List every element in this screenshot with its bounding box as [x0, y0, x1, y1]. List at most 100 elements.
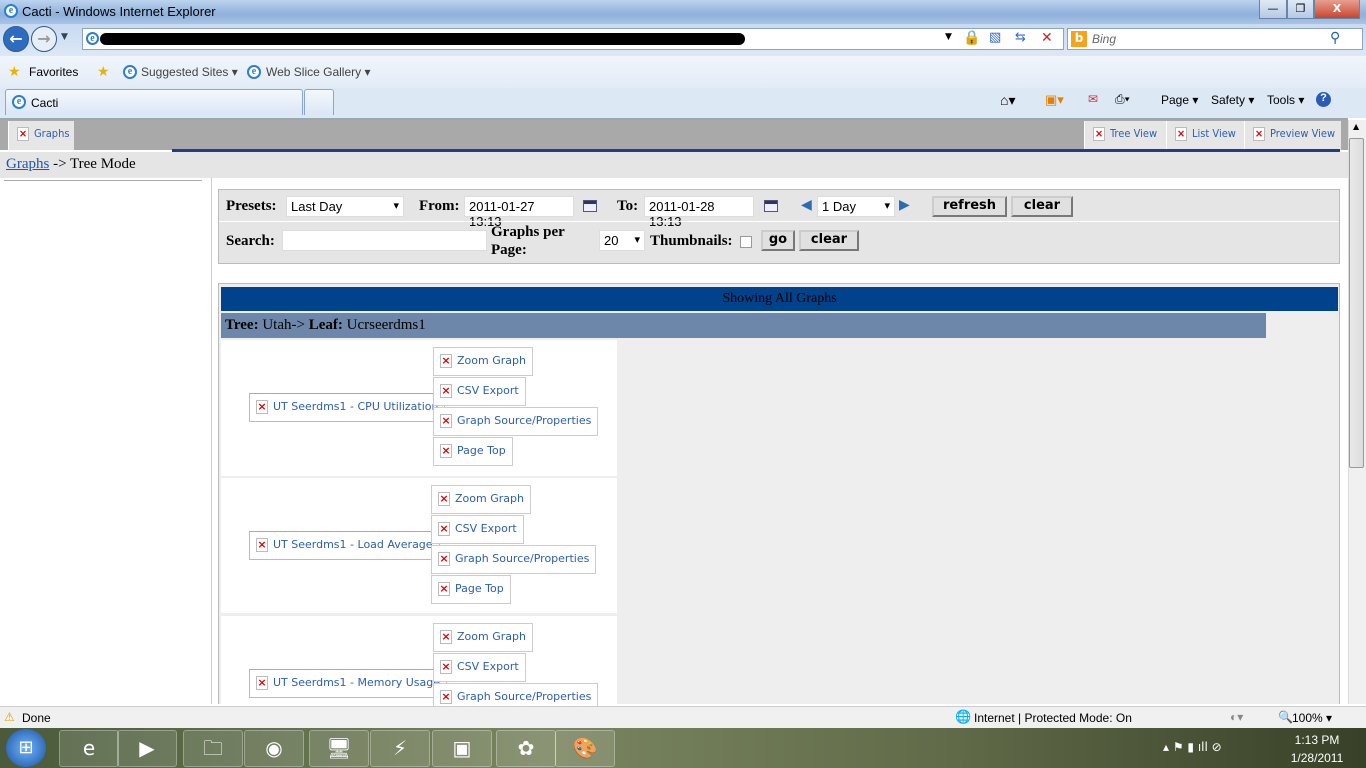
stop-icon[interactable]: ✕	[1041, 30, 1053, 46]
scroll-up-icon[interactable]: ▲	[1353, 122, 1359, 131]
search-icon[interactable]: ⚲	[1330, 30, 1340, 46]
clear-search-button[interactable]: clear	[799, 230, 859, 251]
new-tab-button[interactable]	[304, 89, 334, 115]
tab-list-view-label: List View	[1192, 127, 1236, 140]
clock-date: 1/28/2011	[1290, 751, 1344, 765]
zoom-icon[interactable]: 🔍	[1278, 710, 1293, 724]
graph-action-label: Page Top	[457, 444, 506, 457]
graph-action-link[interactable]: × Graph Source/Properties	[433, 407, 599, 436]
tools-menu-label: Tools	[1267, 93, 1296, 107]
graph-action-link[interactable]: × Page Top	[431, 575, 511, 604]
search-label: Search:	[226, 233, 275, 249]
forward-button[interactable]: →	[31, 26, 57, 52]
scrollbar-thumb[interactable]	[1349, 138, 1364, 468]
graph-action-link[interactable]: × CSV Export	[431, 515, 524, 544]
safety-menu[interactable]: Safety ▾	[1211, 93, 1254, 107]
presets-label: Presets:	[226, 198, 277, 214]
to-calendar-icon[interactable]	[764, 200, 778, 212]
timespan-value: 1 Day	[822, 199, 856, 214]
graphs-per-page-select[interactable]: 20	[599, 230, 645, 251]
home-icon[interactable]: ⌂▾	[1000, 92, 1015, 109]
search-input[interactable]	[282, 230, 487, 251]
ie-icon: e	[4, 4, 18, 18]
taskbar-remote-desktop[interactable]: 🖥	[309, 730, 369, 767]
popup-blocker-icon[interactable]: ◐▾	[1230, 710, 1243, 724]
window-title: Cacti - Windows Internet Explorer	[22, 4, 216, 19]
tab-list-view[interactable]: × List View	[1166, 121, 1244, 150]
presets-select[interactable]: Last Day	[286, 196, 404, 217]
web-slice-gallery-button[interactable]: Web Slice Gallery ▾	[266, 65, 371, 79]
breadcrumb-graphs-link[interactable]: Graphs	[6, 156, 49, 172]
taskbar-network-app[interactable]: ⚡	[370, 730, 430, 767]
graph-action-link[interactable]: × CSV Export	[433, 377, 526, 406]
broken-image-icon: ×	[440, 384, 452, 398]
graph-action-link[interactable]: × CSV Export	[433, 653, 526, 682]
taskbar-file-explorer[interactable]: 🗀	[183, 730, 243, 767]
tab-graphs[interactable]: × Graphs	[8, 121, 74, 150]
go-button[interactable]: go	[761, 230, 795, 251]
back-button[interactable]: ←	[3, 26, 29, 52]
graph-action-label: Graph Source/Properties	[457, 414, 592, 427]
shift-left-arrow-icon[interactable]: ◀	[801, 197, 812, 214]
graph-image[interactable]: × UT Seerdms1 - CPU Utilization	[249, 393, 446, 422]
mail-icon[interactable]: ✉	[1088, 92, 1098, 106]
shift-right-arrow-icon[interactable]: ▶	[899, 197, 910, 214]
taskbar-picture-viewer[interactable]: ▣	[432, 730, 492, 767]
zoom-level[interactable]: 100% ▾	[1292, 711, 1332, 725]
security-zone[interactable]: Internet | Protected Mode: On	[974, 711, 1132, 725]
feeds-icon[interactable]: ▣▾	[1045, 92, 1064, 108]
graph-action-label: Graph Source/Properties	[457, 690, 592, 703]
redacted-url	[100, 33, 745, 45]
graph-image[interactable]: × UT Seerdms1 - Load Average	[249, 531, 440, 560]
help-icon[interactable]: ?	[1316, 92, 1331, 107]
graph-action-link[interactable]: × Graph Source/Properties	[431, 545, 597, 574]
from-calendar-icon[interactable]	[583, 200, 597, 212]
refresh-button[interactable]: refresh	[932, 196, 1007, 217]
lock-icon[interactable]: 🔒	[963, 30, 980, 46]
timespan-select[interactable]: 1 Day	[817, 196, 895, 217]
leaf-value: Ucrseerdms1	[342, 317, 426, 333]
taskbar-internet-explorer[interactable]: e	[59, 730, 119, 767]
tab-preview-view[interactable]: × Preview View	[1244, 121, 1341, 150]
graph-action-link[interactable]: × Zoom Graph	[431, 485, 531, 514]
refresh-icon[interactable]: ⇆	[1015, 30, 1026, 45]
taskbar-game[interactable]: ✿	[496, 730, 556, 767]
compatibility-view-icon[interactable]: ▧	[989, 30, 1001, 45]
graph-action-link[interactable]: × Zoom Graph	[433, 347, 533, 376]
broken-image-icon: ×	[440, 414, 452, 428]
page-menu[interactable]: Page ▾	[1161, 93, 1198, 107]
tab-tree-view[interactable]: × Tree View	[1084, 121, 1166, 150]
restore-button[interactable]: ❐	[1287, 0, 1314, 19]
add-favorite-icon[interactable]: ★	[97, 63, 110, 80]
clear-button[interactable]: clear	[1011, 196, 1073, 217]
print-icon[interactable]: ⎙▾	[1115, 92, 1130, 107]
tab-label: Cacti	[31, 96, 59, 110]
to-input[interactable]: 2011-01-28 13:13	[644, 196, 754, 229]
taskbar-media-player[interactable]: ▶	[117, 730, 177, 767]
system-tray-icons[interactable]: ▴ ⚑ ▮ ıll ⊘	[1163, 740, 1222, 754]
clock[interactable]: 1:13 PM 1/28/2011	[1288, 733, 1346, 765]
favorites-button[interactable]: Favorites	[29, 65, 78, 79]
tree-label: Tree:	[225, 317, 259, 333]
minimize-button[interactable]: —	[1259, 0, 1287, 19]
tab-cacti[interactable]: e Cacti	[5, 89, 303, 115]
graph-block: × UT Seerdms1 - Memory Usage × Zoom Graph × C…	[221, 616, 617, 742]
broken-image-icon: ×	[440, 354, 452, 368]
recent-pages-dropdown-icon[interactable]: ▼	[61, 32, 68, 42]
graph-action-link[interactable]: × Zoom Graph	[433, 623, 533, 652]
search-box[interactable]: b Bing ⚲	[1067, 28, 1363, 50]
globe-icon: 🌐	[955, 709, 972, 724]
start-button[interactable]: ⊞	[6, 729, 46, 767]
graph-action-link[interactable]: × Page Top	[433, 437, 513, 466]
thumbnails-label: Thumbnails:	[650, 233, 733, 249]
from-input[interactable]: 2011-01-27 13:13	[464, 196, 574, 229]
thumbnails-checkbox[interactable]	[740, 236, 752, 248]
taskbar-paint[interactable]: 🎨	[555, 730, 615, 767]
graph-image[interactable]: × UT Seerdms1 - Memory Usage	[249, 669, 448, 698]
suggested-sites-button[interactable]: Suggested Sites ▾	[141, 65, 238, 79]
broken-image-icon: ×	[256, 538, 268, 552]
tools-menu[interactable]: Tools ▾	[1267, 93, 1304, 107]
close-button[interactable]: X	[1314, 0, 1360, 19]
address-dropdown-icon[interactable]: ▼	[945, 32, 952, 42]
taskbar-firefox[interactable]: ◉	[244, 730, 304, 767]
